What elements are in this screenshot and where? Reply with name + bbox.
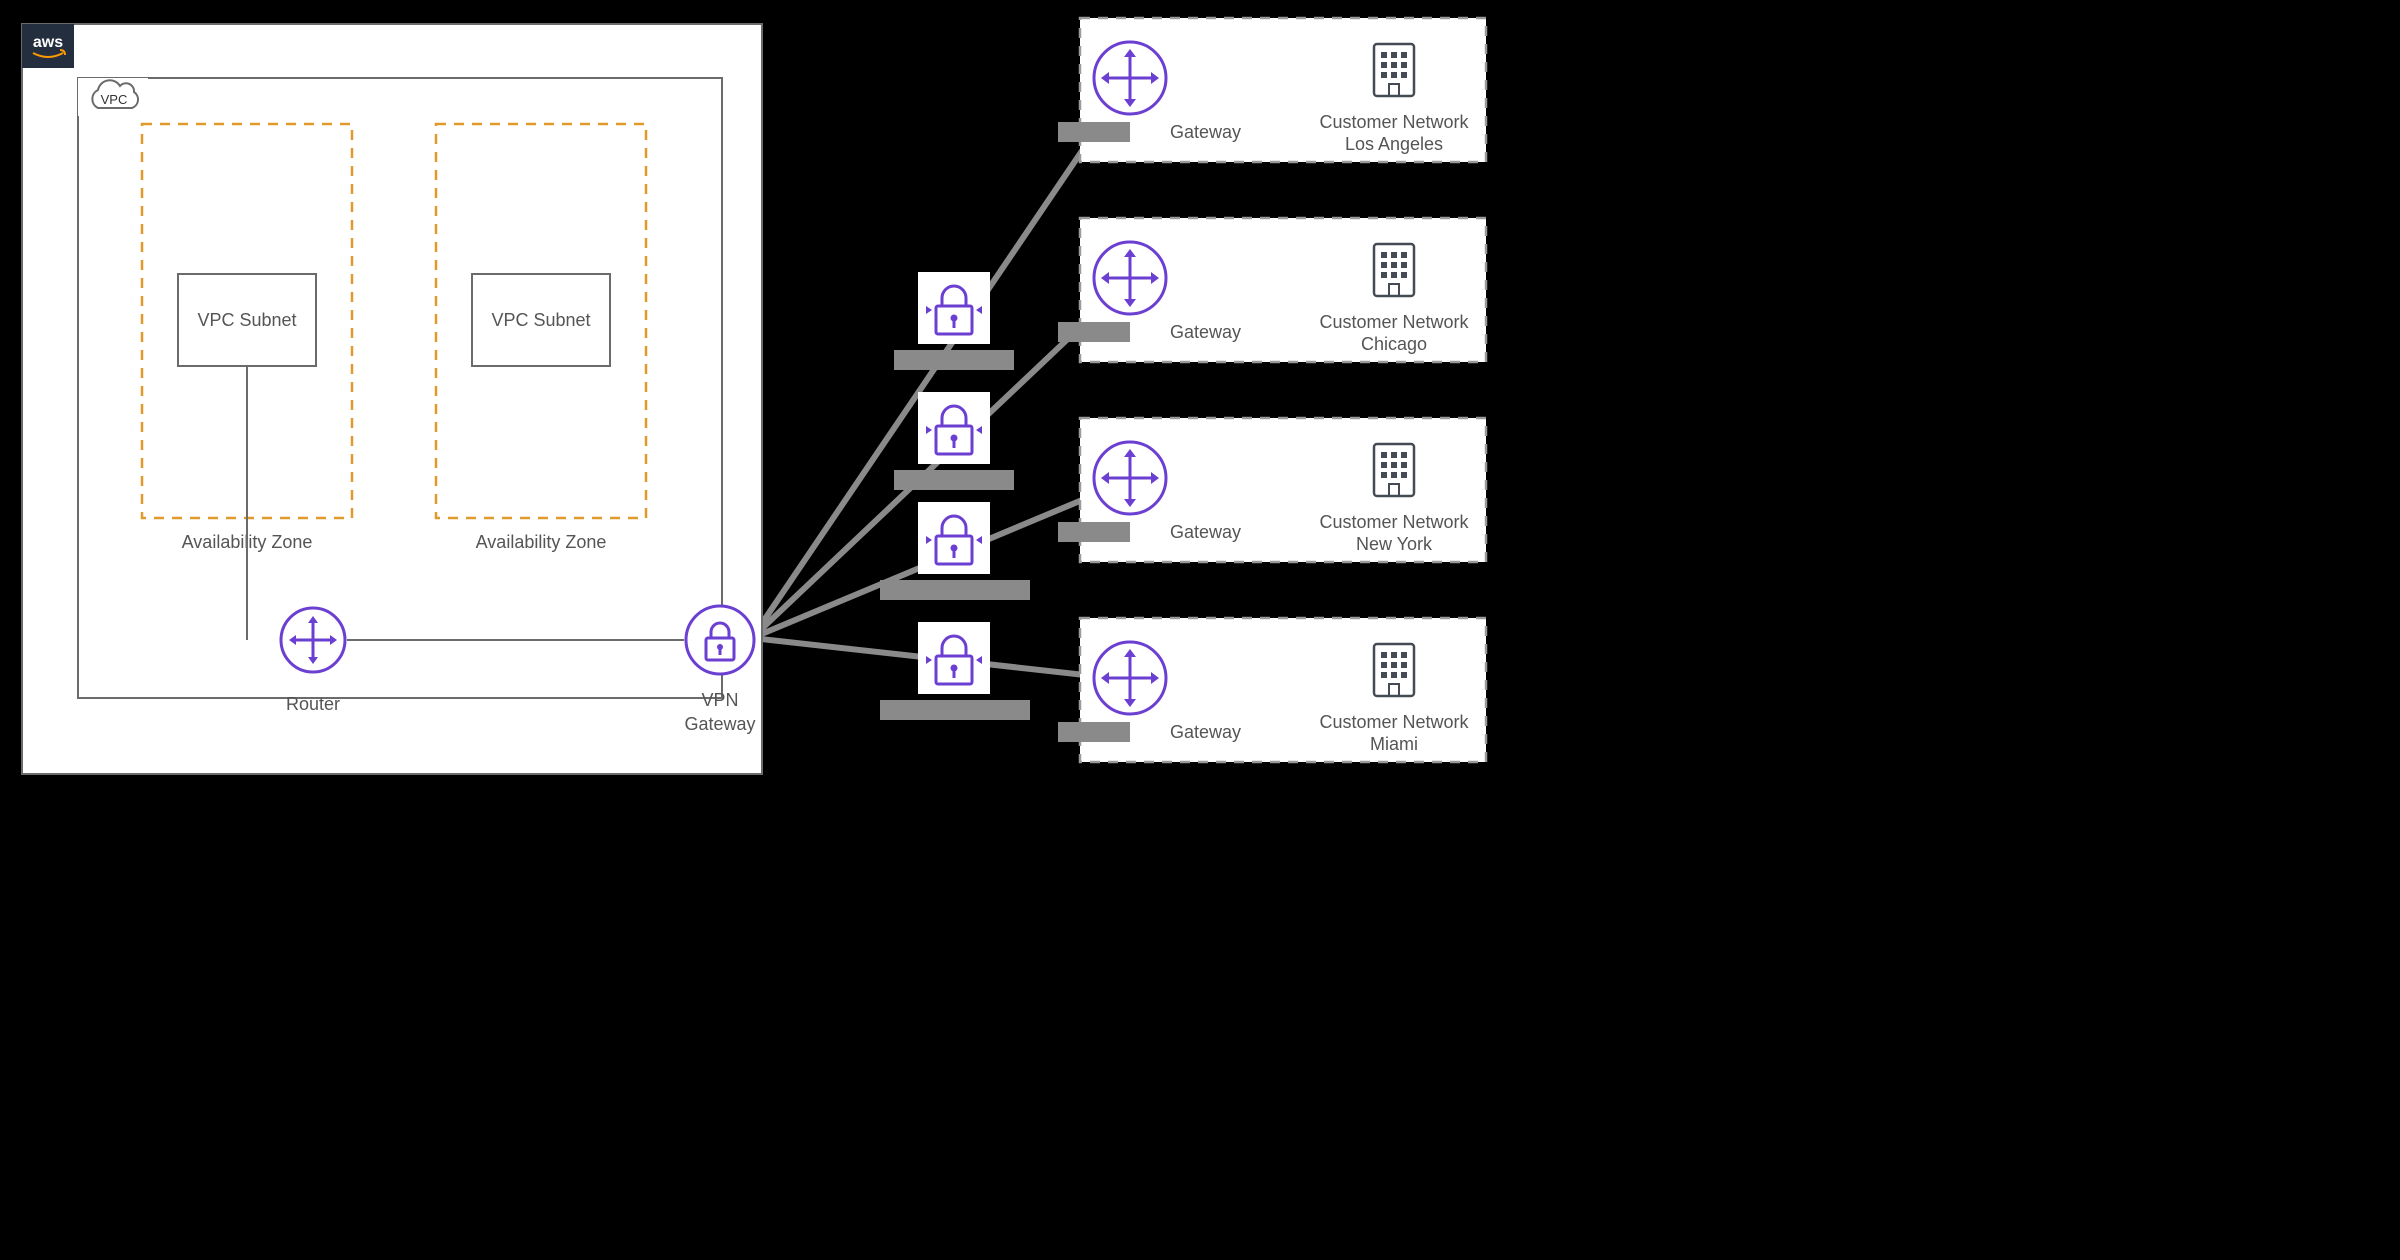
customer-box-miami: Gateway Customer Network Miami <box>1058 618 1486 762</box>
customer-box-chicago: Gateway Customer Network Chicago <box>1058 218 1486 362</box>
customer-box-ny: Gateway Customer Network New York <box>1058 418 1486 562</box>
availability-zone-2: VPC Subnet Availability Zone <box>436 124 646 552</box>
customer-label-la-2: Los Angeles <box>1345 134 1443 154</box>
customer-label-ny-1: Customer Network <box>1319 512 1469 532</box>
customer-gateway-icon <box>1094 642 1166 714</box>
cgw-label-la: Gateway <box>1170 122 1241 142</box>
cgw-label-chi: Gateway <box>1170 322 1241 342</box>
subnet-label-1: VPC Subnet <box>197 310 296 330</box>
aws-cloud-container: aws <box>22 24 762 774</box>
vpn-connection-4 <box>918 622 990 694</box>
customer-label-chi-2: Chicago <box>1361 334 1427 354</box>
router-icon <box>281 608 345 672</box>
customer-label-chi-1: Customer Network <box>1319 312 1469 332</box>
architecture-diagram: aws VPC VPC Subnet Availability Zone VPC… <box>0 0 1500 800</box>
vpc-cloud-label: VPC <box>101 92 128 107</box>
vpn-connection-3 <box>918 502 990 574</box>
vpc-cloud-icon: VPC <box>78 78 148 116</box>
customer-gateway-icon <box>1094 42 1166 114</box>
customer-label-la-1: Customer Network <box>1319 112 1469 132</box>
vpn-connection-2 <box>918 392 990 464</box>
customer-gateway-icon <box>1094 242 1166 314</box>
customer-label-ny-2: New York <box>1356 534 1433 554</box>
customer-box-la: Gateway Customer Network Los Angeles <box>1058 18 1486 162</box>
customer-label-mia-2: Miami <box>1370 734 1418 754</box>
customer-label-mia-1: Customer Network <box>1319 712 1469 732</box>
cgw-label-ny: Gateway <box>1170 522 1241 542</box>
svg-text:aws: aws <box>33 34 63 51</box>
az-label-2: Availability Zone <box>476 532 607 552</box>
vpn-gateway-label-1: VPN <box>701 690 738 710</box>
cgw-label-mia: Gateway <box>1170 722 1241 742</box>
vpn-gateway-icon <box>686 606 754 674</box>
vpn-gateway-label-2: Gateway <box>684 714 755 734</box>
router-label: Router <box>286 694 340 714</box>
vpn-connection-1 <box>918 272 990 344</box>
subnet-label-2: VPC Subnet <box>491 310 590 330</box>
customer-gateway-icon <box>1094 442 1166 514</box>
